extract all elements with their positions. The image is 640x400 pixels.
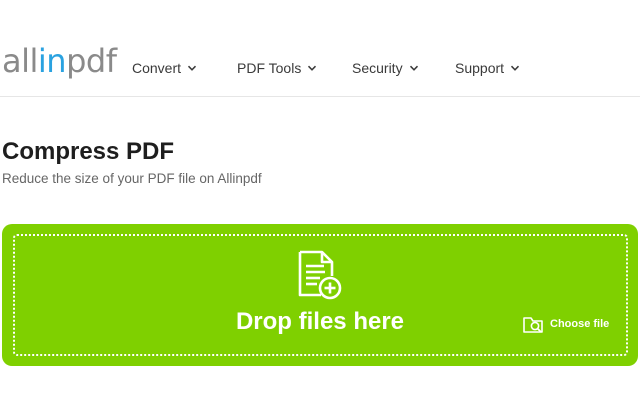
choose-file-button[interactable]: Choose file bbox=[522, 313, 609, 335]
page-title: Compress PDF bbox=[2, 138, 175, 165]
page-subtitle: Reduce the size of your PDF file on Alli… bbox=[2, 171, 262, 186]
allinpdf-logo[interactable]: allinpdf bbox=[2, 41, 117, 81]
logo-part-all: all bbox=[2, 42, 38, 80]
nav-pdf-tools[interactable]: PDF Tools bbox=[237, 58, 317, 78]
logo-part-in: in bbox=[37, 42, 67, 80]
site-header: allinpdf Convert PDF Tools Security Supp… bbox=[0, 0, 640, 97]
nav-security[interactable]: Security bbox=[352, 58, 419, 78]
logo-part-pdf: pdf bbox=[66, 42, 117, 80]
nav-security-label: Security bbox=[352, 60, 403, 76]
nav-convert-label: Convert bbox=[132, 60, 182, 76]
nav-pdf-tools-label: PDF Tools bbox=[237, 60, 302, 76]
chevron-down-icon bbox=[187, 65, 197, 71]
chevron-down-icon bbox=[511, 65, 520, 71]
nav-convert[interactable]: Convert bbox=[132, 58, 197, 78]
file-add-icon bbox=[298, 250, 342, 300]
nav-support-label: Support bbox=[455, 60, 505, 76]
chevron-down-icon bbox=[308, 65, 317, 71]
folder-search-icon bbox=[523, 317, 543, 333]
nav-support[interactable]: Support bbox=[455, 58, 520, 78]
chevron-down-icon bbox=[409, 65, 418, 71]
choose-file-label: Choose file bbox=[550, 318, 610, 330]
